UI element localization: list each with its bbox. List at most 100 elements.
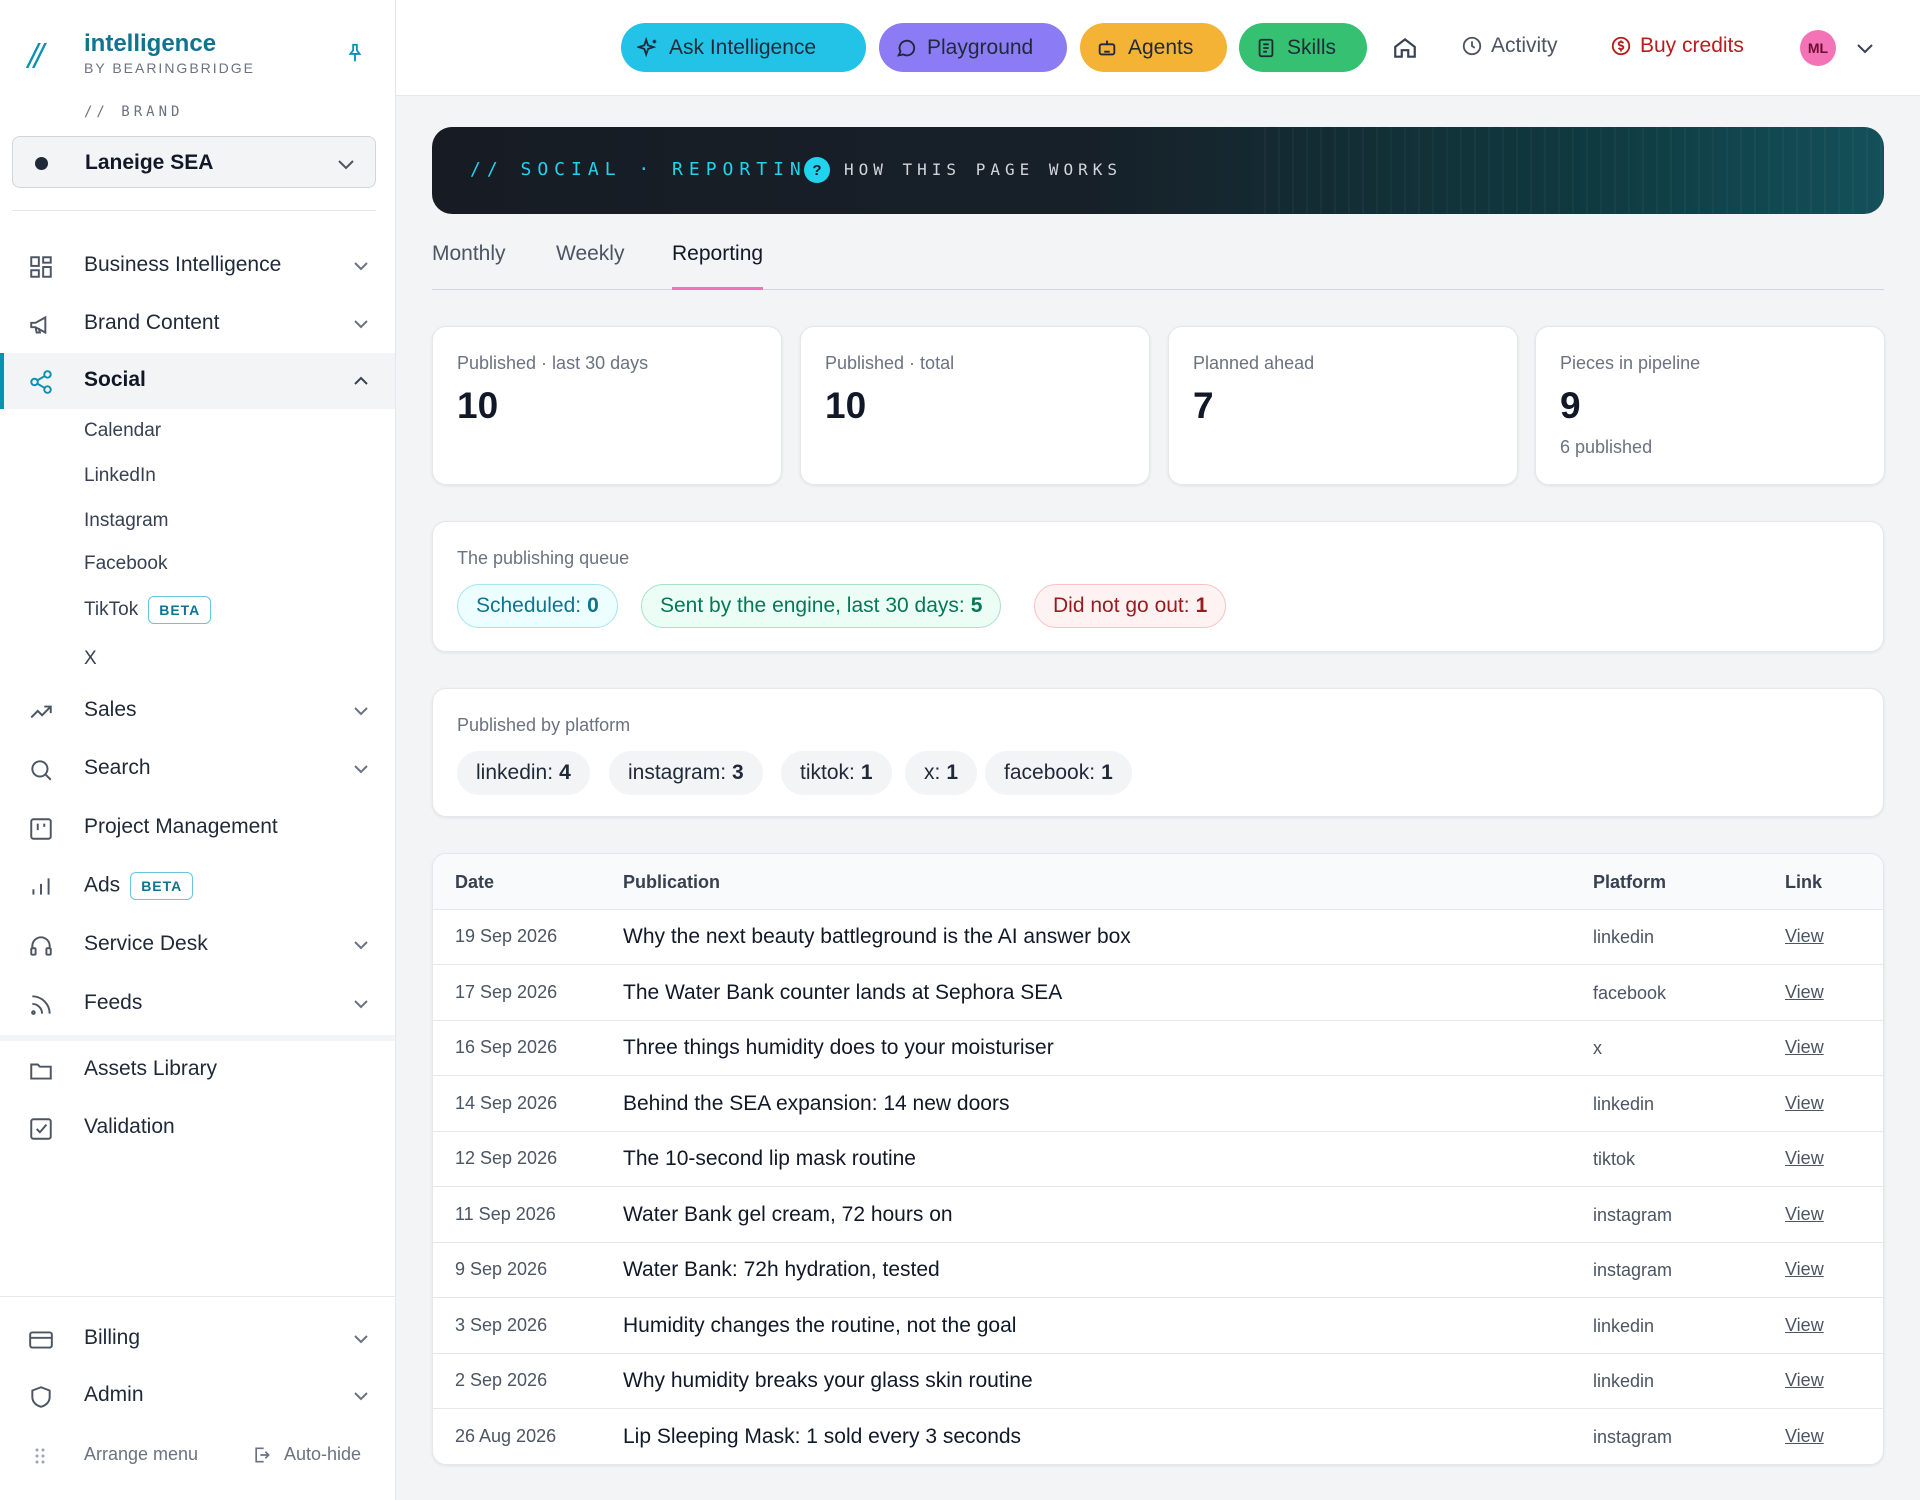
tab-monthly[interactable]: Monthly [432, 242, 506, 290]
table-header: Date Publication Platform Link [433, 854, 1883, 910]
help-icon[interactable]: ? [804, 157, 830, 183]
how-this-page-works-link[interactable]: HOW THIS PAGE WORKS [844, 160, 1122, 179]
tab-reporting[interactable]: Reporting [672, 242, 764, 290]
chip-label: linkedin: [476, 761, 554, 784]
nav-service-desk[interactable]: Service Desk [0, 917, 395, 973]
view-link[interactable]: View [1785, 1204, 1824, 1225]
skills-button[interactable]: Skills [1239, 23, 1367, 72]
avatar[interactable]: ML [1800, 30, 1836, 66]
cell-publication: Water Bank: 72h hydration, tested [623, 1258, 940, 1281]
shield-icon [31, 1386, 51, 1408]
social-sub-linkedin[interactable]: LinkedIn [84, 465, 156, 487]
cell-date: 17 Sep 2026 [455, 981, 558, 1002]
activity-link[interactable]: Activity [1461, 34, 1558, 58]
cell-date: 2 Sep 2026 [455, 1370, 548, 1390]
skills-label: Skills [1287, 35, 1337, 59]
cell-platform: facebook [1593, 982, 1667, 1003]
cell-platform: linkedin [1593, 1371, 1655, 1391]
table-row: 3 Sep 2026 Humidity changes the routine, … [433, 1299, 1883, 1354]
social-sub-x[interactable]: X [84, 648, 97, 670]
auto-hide-button[interactable]: Auto-hide [284, 1444, 361, 1465]
nav-brand-content[interactable]: Brand Content [0, 296, 395, 352]
divider [0, 1296, 395, 1297]
nav-project-management[interactable]: Project Management [0, 800, 395, 856]
view-link[interactable]: View [1785, 926, 1824, 947]
view-link[interactable]: View [1785, 1259, 1824, 1280]
cell-platform: tiktok [1593, 1149, 1636, 1169]
view-link[interactable]: View [1785, 1093, 1824, 1114]
column-header-link[interactable]: Link [1785, 872, 1822, 893]
nav-admin[interactable]: Admin [0, 1368, 395, 1424]
brand-select[interactable]: Laneige SEA [12, 136, 376, 188]
view-link[interactable]: View [1785, 982, 1824, 1003]
chevron-down-icon [354, 1000, 368, 1009]
tab-bar: Monthly Weekly Reporting [432, 236, 1884, 290]
chip-failed: Did not go out: 1 [1034, 584, 1227, 628]
section-separator [0, 1035, 395, 1041]
view-link[interactable]: View [1785, 1315, 1824, 1336]
cell-date: 16 Sep 2026 [455, 1037, 558, 1057]
panel-label: The publishing queue [457, 548, 630, 568]
stat-value: 9 [1560, 385, 1581, 426]
chip-value: 0 [587, 594, 599, 617]
nav-billing[interactable]: Billing [0, 1311, 395, 1367]
logo[interactable]: // intelligence BY BEARINGBRIDGE [28, 30, 378, 80]
view-link[interactable]: View [1785, 1037, 1824, 1058]
social-sub-tiktok[interactable]: TikTok BETA [84, 596, 212, 624]
chevron-down-icon[interactable] [1856, 42, 1874, 54]
chip-platform-instagram: instagram: 3 [609, 751, 763, 795]
buy-credits-link[interactable]: Buy credits [1610, 34, 1744, 58]
social-sub-calendar[interactable]: Calendar [84, 420, 161, 442]
playground-label: Playground [927, 35, 1034, 59]
logo-mark: // [28, 38, 44, 73]
nav-feeds[interactable]: Feeds [0, 976, 395, 1032]
playground-button[interactable]: Playground [879, 23, 1067, 72]
search-icon [31, 760, 52, 781]
social-sub-instagram[interactable]: Instagram [84, 510, 168, 532]
nav-social[interactable]: Social [0, 353, 395, 409]
cell-publication: Why the next beauty battleground is the … [623, 925, 1131, 948]
nav-label: Assets Library [84, 1057, 218, 1080]
nav-business-intelligence[interactable]: Business Intelligence [0, 238, 395, 294]
brand-value: Laneige SEA [85, 151, 214, 174]
chip-value: 4 [559, 761, 571, 784]
view-link[interactable]: View [1785, 1148, 1824, 1169]
view-link[interactable]: View [1785, 1426, 1824, 1447]
trend-icon [30, 705, 52, 719]
exit-icon [255, 1447, 270, 1463]
stat-card-published-total: Published · total 10 [800, 326, 1150, 485]
chip-value: 5 [970, 594, 983, 617]
headset-icon [30, 936, 52, 956]
nav-assets-library[interactable]: Assets Library [0, 1042, 395, 1098]
home-icon[interactable] [1392, 35, 1418, 61]
agents-button[interactable]: Agents [1080, 23, 1227, 72]
column-header-platform[interactable]: Platform [1593, 872, 1666, 893]
nav-ads[interactable]: Ads BETA [0, 857, 395, 913]
tab-weekly[interactable]: Weekly [556, 242, 624, 290]
column-header-publication[interactable]: Publication [623, 872, 720, 893]
arrange-menu-button[interactable]: Arrange menu [84, 1444, 198, 1465]
tiktok-label: TikTok [84, 599, 139, 621]
ask-intelligence-button[interactable]: Ask Intelligence [621, 23, 866, 72]
pin-icon[interactable] [344, 42, 366, 64]
nav-sales[interactable]: Sales [0, 683, 395, 739]
column-header-date[interactable]: Date [455, 872, 494, 893]
chevron-down-icon [354, 262, 368, 271]
nav-label: Search [84, 756, 151, 779]
chevron-up-icon [354, 376, 368, 385]
stat-label: Planned ahead [1193, 353, 1315, 373]
robot-icon [1098, 40, 1116, 55]
sidebar: // intelligence BY BEARINGBRIDGE // BRAN… [0, 0, 396, 1500]
table-row: 9 Sep 2026 Water Bank: 72h hydration, tes… [433, 1243, 1883, 1298]
stat-card-planned-ahead: Planned ahead 7 [1168, 326, 1518, 485]
stat-value: 10 [825, 385, 867, 426]
chip-value: 1 [1195, 594, 1208, 617]
rss-icon [31, 995, 51, 1015]
checkbox-icon [30, 1118, 52, 1140]
nav-search[interactable]: Search [0, 741, 395, 797]
nav-validation[interactable]: Validation [0, 1100, 395, 1156]
brand-caption: // BRAND [84, 104, 184, 120]
stat-card-pipeline: Pieces in pipeline 9 6 published [1535, 326, 1885, 485]
view-link[interactable]: View [1785, 1370, 1824, 1391]
social-sub-facebook[interactable]: Facebook [84, 553, 167, 575]
